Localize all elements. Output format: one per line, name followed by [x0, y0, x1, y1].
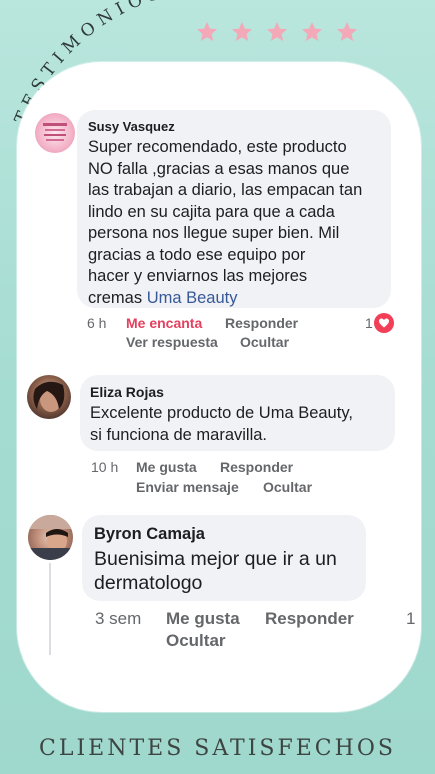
send-message-link[interactable]: Enviar mensaje: [136, 479, 239, 495]
avatar[interactable]: [28, 515, 73, 560]
star-icon: [267, 22, 287, 41]
hide-button[interactable]: Ocultar: [263, 479, 312, 495]
comment-line: persona nos llegue super bien. Mil: [88, 224, 340, 242]
thread-line: [49, 563, 51, 655]
comment-line: si funciona de maravilla.: [90, 425, 268, 444]
like-button[interactable]: Me gusta: [136, 459, 197, 475]
star-icon: [232, 22, 252, 41]
like-button[interactable]: Me gusta: [166, 609, 240, 629]
reply-button[interactable]: Responder: [220, 459, 293, 475]
uma-beauty-link[interactable]: Uma Beauty: [147, 289, 238, 307]
star-icon: [337, 22, 357, 41]
comment-line: lindo en su cajita para que a cada: [88, 202, 335, 221]
reaction-count: 1: [365, 315, 373, 331]
reply-button[interactable]: Responder: [225, 315, 298, 331]
love-reaction-button[interactable]: Me encanta: [126, 315, 202, 331]
comment-text: Buenisima mejor que ir a un dermatologo: [94, 547, 337, 595]
comment-author[interactable]: Byron Camaja: [94, 525, 205, 544]
comment-line: las trabajan a diario, las empacan tan: [88, 181, 363, 199]
reply-button[interactable]: Responder: [265, 609, 354, 629]
avatar[interactable]: [35, 113, 75, 153]
avatar-image: [43, 123, 67, 141]
avatar-image: [33, 381, 65, 412]
comment-author[interactable]: Eliza Rojas: [90, 384, 164, 400]
comment-text: Super recomendado, este producto NO fall…: [88, 137, 362, 309]
avatar[interactable]: [27, 375, 71, 419]
comment-author[interactable]: Susy Vasquez: [88, 119, 175, 134]
comment-text: Excelente producto de Uma Beauty, si fun…: [90, 403, 353, 446]
heart-glyph: [379, 318, 389, 328]
comment-time: 6 h: [87, 315, 107, 331]
comment-line: gracias a todo ese equipo por: [88, 245, 306, 264]
rating-stars: [195, 20, 359, 44]
reaction-count: 1: [406, 609, 416, 628]
footer-title: CLIENTES SATISFECHOS: [39, 736, 396, 761]
comment-line: hacer y enviarnos las mejores: [88, 267, 308, 285]
comment-line: NO falla ,gracias a esas manos que: [88, 159, 350, 178]
comment-line: Buenisima mejor que ir a un: [94, 548, 337, 570]
star-icon: [302, 22, 322, 41]
avatar-image: [28, 515, 73, 560]
comment-line: dermatologo: [94, 572, 203, 594]
hide-button[interactable]: Ocultar: [166, 631, 226, 651]
star-icon: [197, 22, 217, 41]
hide-button[interactable]: Ocultar: [240, 334, 289, 350]
heart-icon[interactable]: [374, 313, 394, 333]
comment-line: Excelente producto de Uma Beauty,: [90, 404, 353, 422]
comment-line: cremas Uma Beauty: [88, 288, 362, 310]
comment-line: Super recomendado, este producto: [88, 138, 347, 156]
comment-time: 10 h: [91, 459, 119, 475]
comment-time: 3 sem: [95, 609, 142, 628]
comment-bubble: Susy Vasquez Super recomendado, este pro…: [77, 110, 391, 308]
comment-line-prefix: cremas: [88, 288, 147, 307]
comment-bubble: Byron Camaja Buenisima mejor que ir a un…: [82, 515, 366, 601]
see-reply-link[interactable]: Ver respuesta: [126, 334, 218, 350]
comment-bubble: Eliza Rojas Excelente producto de Uma Be…: [80, 375, 395, 451]
